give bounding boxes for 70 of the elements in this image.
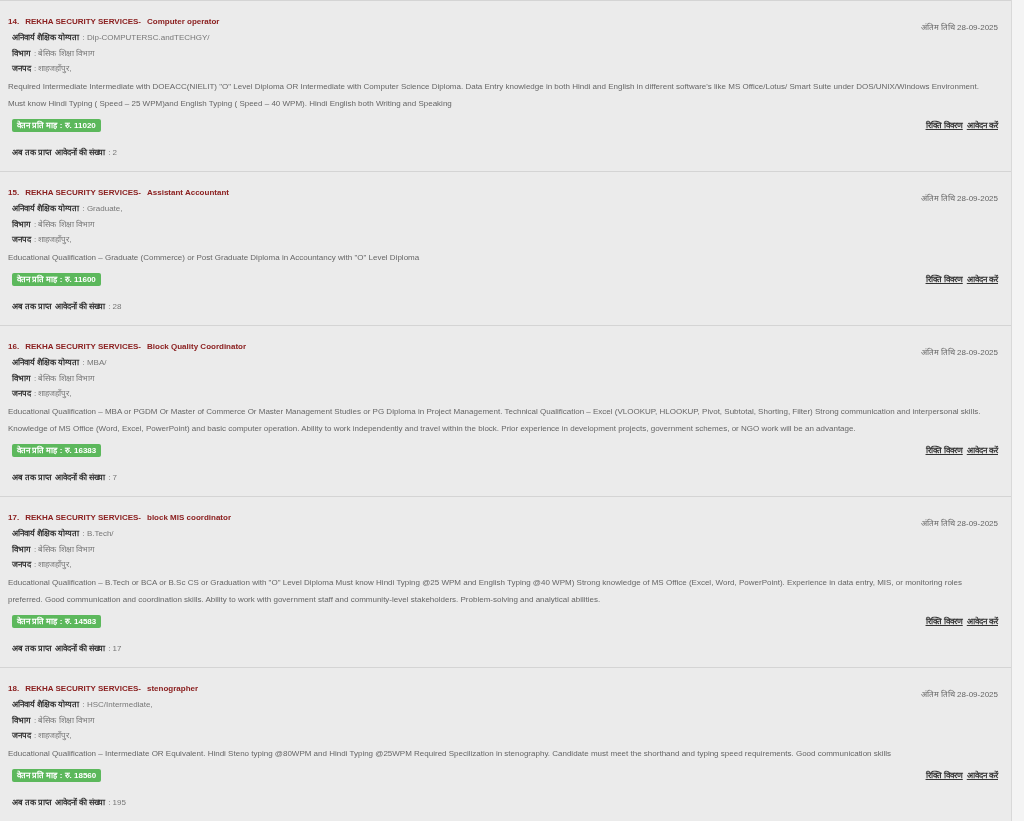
salary-badge: वेतन प्रति माह : रु. 11600 bbox=[12, 273, 101, 287]
apply-link[interactable]: आवेदन करें bbox=[966, 442, 998, 459]
applications-label: अब तक प्राप्त आवेदनों की संख्या bbox=[12, 643, 106, 653]
applications-count: : 7 bbox=[108, 472, 118, 482]
field-label: अनिवार्य शैक्षिक योग्यता bbox=[12, 699, 80, 709]
last-date: अंतिम तिथि 28-09-2025 bbox=[920, 517, 998, 530]
field-label: जनपद bbox=[12, 64, 31, 74]
apply-link[interactable]: आवेदन करें bbox=[966, 117, 998, 134]
last-date: अंतिम तिथि 28-09-2025 bbox=[920, 192, 998, 205]
apply-link[interactable]: आवेदन करें bbox=[966, 613, 998, 630]
job-title: 17. REKHA SECURITY SERVICES- block MIS coordinator bbox=[8, 511, 231, 524]
applications-label: अब तक प्राप्त आवेदनों की संख्या bbox=[12, 147, 106, 157]
field-value: : शाहजहाँपुर, bbox=[34, 389, 72, 399]
field-label: जनपद bbox=[12, 731, 31, 741]
job-description: Educational Qualification – Intermediate OR Equivalent. Hindi Steno typing @80WPM and Hindi Typing @25WPM Required Specilization in stenography. Candidate must meet the shorthand and typing speed requirements. Good communication skills bbox=[8, 748, 893, 761]
salary-badge: वेतन प्रति माह : रु. 18560 bbox=[12, 769, 102, 783]
job-title: 15. REKHA SECURITY SERVICES- Assistant Accountant bbox=[8, 186, 229, 199]
job-description: Required Intermediate Intermediate with DOEACC(NIELIT) "O" Level Diploma OR Intermediate with Computer Science Diploma. Data Entry knowledge in both Hindi and English in different software's like MS Office/Lotus/ Smart Suite under DOS/UNIX/Windows Environment. Must know Hindi Typing ( Speed – 25 WPM)and English Typing ( Speed – 40 WPM). Hindi English both Writing and Speaking bbox=[8, 81, 980, 111]
field-label: अनिवार्य शैक्षिक योग्यता bbox=[12, 33, 80, 42]
field-value: : बेसिक शिक्षा विभाग bbox=[34, 373, 95, 383]
field-value: : बेसिक शिक्षा विभाग bbox=[34, 544, 95, 554]
last-date: अंतिम तिथि 28-09-2025 bbox=[920, 688, 998, 701]
applications-label: अब तक प्राप्त आवेदनों की संख्या bbox=[12, 797, 106, 807]
applications-count: : 195 bbox=[108, 797, 126, 807]
field-value: : शाहजहाँपुर, bbox=[34, 560, 72, 570]
field-value: : बेसिक शिक्षा विभाग bbox=[34, 48, 95, 58]
field-label: विभाग bbox=[12, 219, 31, 229]
applications-count: : 2 bbox=[108, 147, 118, 157]
field-value: : बेसिक शिक्षा विभाग bbox=[34, 715, 95, 725]
job-description: Educational Qualification – B.Tech or BCA or B.Sc CS or Graduation with "O" Level Diploma Must know Hindi Typing @25 WPM and English Typing @40 WPM) Strong knowledge of MS Office (Excel, Word, PowerPoint). Experience in data entry, MIS, or monitoring roles preferred. Good communication and coordination skills. Ability to work with government staff and community-level stakeholders. Problem-solving and analytical abilities. bbox=[8, 577, 964, 607]
field-label: जनपद bbox=[12, 560, 31, 570]
field-value: : Dip-COMPUTERSC.andTECHGY/ bbox=[82, 33, 210, 42]
field-value: : Graduate, bbox=[82, 203, 123, 213]
field-value: : MBA/ bbox=[82, 357, 107, 367]
field-value: : HSC/Intermediate, bbox=[82, 699, 153, 709]
applications-label: अब तक प्राप्त आवेदनों की संख्या bbox=[12, 301, 106, 311]
applications-count: : 28 bbox=[108, 301, 122, 311]
field-label: विभाग bbox=[12, 48, 31, 58]
field-label: विभाग bbox=[12, 715, 31, 725]
apply-link[interactable]: आवेदन करें bbox=[966, 767, 998, 784]
salary-badge: वेतन प्रति माह : रु. 11020 bbox=[12, 119, 101, 133]
field-label: विभाग bbox=[12, 373, 31, 383]
salary-badge: वेतन प्रति माह : रु. 14583 bbox=[12, 615, 102, 629]
job-title: 18. REKHA SECURITY SERVICES- stenographer bbox=[8, 682, 199, 695]
applications-label: अब तक प्राप्त आवेदनों की संख्या bbox=[12, 472, 106, 482]
job-title: 14. REKHA SECURITY SERVICES- Computer operator bbox=[8, 16, 220, 28]
field-label: विभाग bbox=[12, 544, 31, 554]
field-value: : बेसिक शिक्षा विभाग bbox=[34, 219, 95, 229]
field-label: अनिवार्य शैक्षिक योग्यता bbox=[12, 357, 80, 367]
job-title: 16. REKHA SECURITY SERVICES- Block Quality Coordinator bbox=[8, 340, 247, 353]
vacancy-details-link[interactable]: रिक्ति विवरण bbox=[925, 613, 963, 630]
vacancy-details-link[interactable]: रिक्ति विवरण bbox=[925, 767, 963, 784]
job-description: Educational Qualification – Graduate (Commerce) or Post Graduate Diploma in Accountancy with "O" Level Diploma bbox=[8, 252, 421, 265]
job-description: Educational Qualification – MBA or PGDM Or Master of Commerce Or Master Management Studies or PG Diploma in Project Management. Technical Qualification – Excel (VLOOKUP, HLOOKUP, Pivot, Subtotal, Shorting, Filter) Strong communication and interpersonal skills. Knowledge of MS Office (Word, Excel, PowerPoint) and basic computer operation. Ability to work independently and travel within the block. Prior experience in development projects, government schemes, or NGO work will be an advantage. bbox=[8, 406, 982, 436]
last-date: अंतिम तिथि 28-09-2025 bbox=[920, 346, 998, 359]
vacancy-details-link[interactable]: रिक्ति विवरण bbox=[925, 271, 963, 288]
vacancy-details-link[interactable]: रिक्ति विवरण bbox=[925, 117, 963, 134]
salary-badge: वेतन प्रति माह : रु. 16383 bbox=[12, 444, 102, 458]
applications-count: : 17 bbox=[108, 643, 122, 653]
field-value: : शाहजहाँपुर, bbox=[34, 235, 72, 245]
field-label: अनिवार्य शैक्षिक योग्यता bbox=[12, 528, 80, 538]
field-label: जनपद bbox=[12, 235, 31, 245]
apply-link[interactable]: आवेदन करें bbox=[966, 271, 998, 288]
field-value: : शाहजहाँपुर, bbox=[34, 731, 72, 741]
vacancy-details-link[interactable]: रिक्ति विवरण bbox=[925, 442, 963, 459]
last-date: अंतिम तिथि 28-09-2025 bbox=[920, 21, 998, 34]
field-value: : B.Tech/ bbox=[82, 528, 114, 538]
field-value: : शाहजहाँपुर, bbox=[34, 64, 72, 74]
field-label: अनिवार्य शैक्षिक योग्यता bbox=[12, 203, 80, 213]
field-label: जनपद bbox=[12, 389, 31, 399]
